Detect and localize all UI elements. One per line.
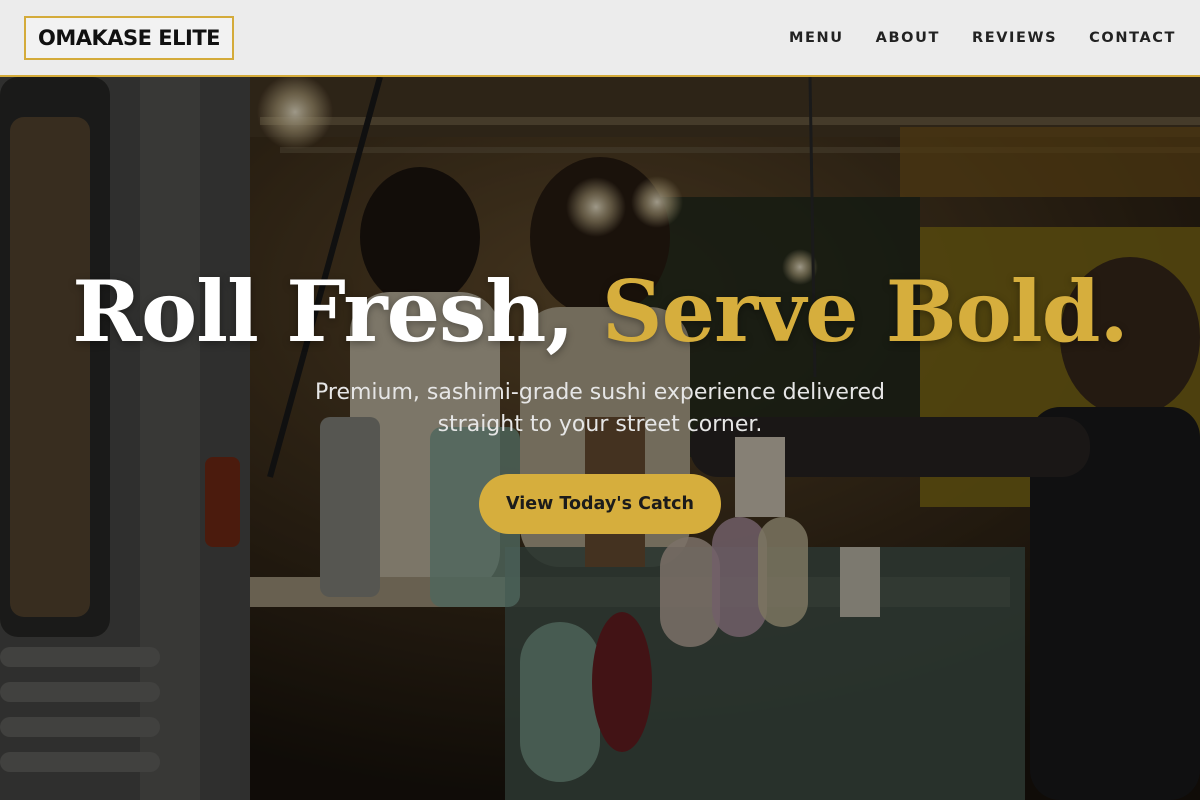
nav-link-about[interactable]: ABOUT bbox=[876, 30, 940, 46]
view-catch-button[interactable]: View Today's Catch bbox=[479, 474, 721, 534]
hero-headline: Roll Fresh, Serve Bold. bbox=[0, 262, 1200, 361]
hero-subheading: Premium, sashimi-grade sushi experience … bbox=[315, 380, 885, 437]
headline-accent: Serve Bold. bbox=[601, 262, 1129, 361]
headline-main: Roll Fresh, bbox=[72, 262, 574, 361]
main-nav: MENU ABOUT REVIEWS CONTACT bbox=[789, 30, 1176, 46]
logo[interactable]: OMAKASE ELITE bbox=[24, 15, 235, 60]
hero-section: Roll Fresh, Serve Bold. Premium, sashimi… bbox=[0, 77, 1200, 800]
nav-link-menu[interactable]: MENU bbox=[789, 30, 844, 46]
nav-link-reviews[interactable]: REVIEWS bbox=[972, 30, 1057, 46]
site-header: OMAKASE ELITE MENU ABOUT REVIEWS CONTACT bbox=[0, 0, 1200, 77]
nav-link-contact[interactable]: CONTACT bbox=[1089, 30, 1176, 46]
